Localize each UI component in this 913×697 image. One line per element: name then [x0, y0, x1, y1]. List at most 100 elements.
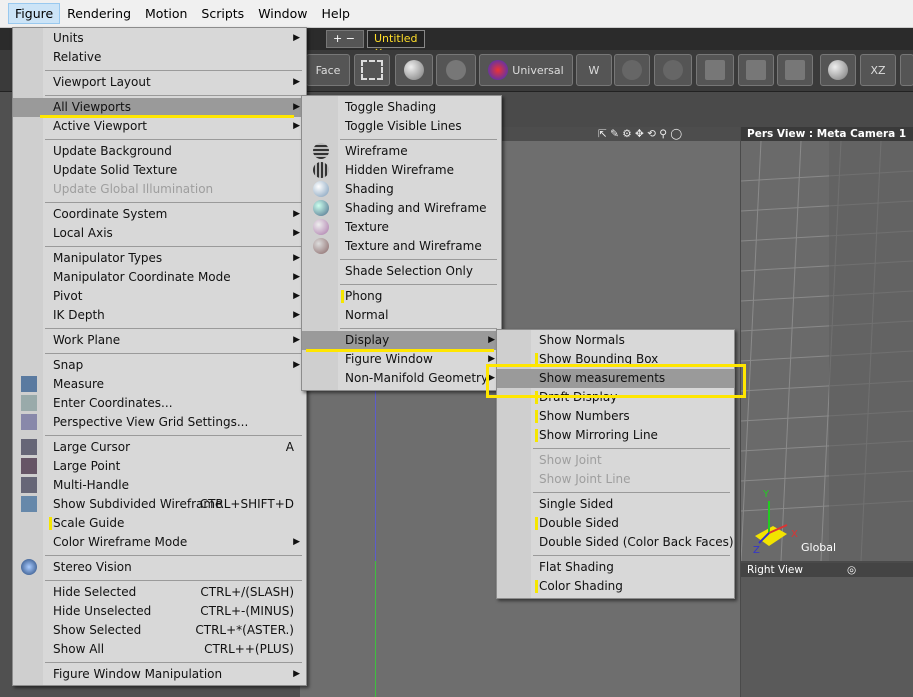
submenu-arrow-icon: ▶ [293, 272, 300, 282]
menu-item-shading[interactable]: Shading [302, 180, 501, 199]
toolbar-more[interactable] [900, 54, 913, 86]
menu-item-local-axis[interactable]: Local Axis ▶ [13, 224, 306, 243]
menu-item-manipulator-types[interactable]: Manipulator Types ▶ [13, 249, 306, 268]
menu-item-label: Show Joint Line [539, 472, 631, 486]
menu-item-toggle-visible-lines[interactable]: Toggle Visible Lines [302, 117, 501, 136]
menu-item-update-background[interactable]: Update Background [13, 142, 306, 161]
menu-item-show-selected[interactable]: Show Selected CTRL+*(ASTER.) [13, 621, 306, 640]
layers-icon[interactable] [777, 54, 813, 86]
menu-item-hide-selected[interactable]: Hide Selected CTRL+/(SLASH) [13, 583, 306, 602]
menu-item-label: Hidden Wireframe [345, 163, 454, 177]
menu-item-non-manifold-geometry[interactable]: Non-Manifold Geometry ▶ [302, 369, 501, 388]
menu-item-perspective-view-grid-settings[interactable]: Perspective View Grid Settings... [13, 413, 306, 432]
menu-item-show-subdivided-wireframe[interactable]: Show Subdivided Wireframe CTRL+SHIFT+D [13, 495, 306, 514]
menu-item-units[interactable]: Units ▶ [13, 29, 306, 48]
menu-item-color-wireframe-mode[interactable]: Color Wireframe Mode ▶ [13, 533, 306, 552]
menu-item-label: Double Sided [539, 516, 619, 530]
menu-item-figure-window[interactable]: Figure Window ▶ [302, 350, 501, 369]
menu-item-measure[interactable]: Measure [13, 375, 306, 394]
xz-plane-button[interactable]: XZ [860, 54, 896, 86]
perspective-viewport[interactable]: Y X Z Global [741, 141, 913, 561]
menu-item-active-viewport[interactable]: Active Viewport ▶ [13, 117, 306, 136]
menu-item-scale-guide[interactable]: Scale Guide [13, 514, 306, 533]
menubar-figure[interactable]: Figure [8, 3, 61, 24]
menu-item-relative[interactable]: Relative [13, 48, 306, 67]
menu-item-hide-unselected[interactable]: Hide Unselected CTRL+-(MINUS) [13, 602, 306, 621]
right-viewport[interactable] [741, 577, 913, 697]
menu-item-label: Snap [53, 358, 84, 372]
menu-item-large-point[interactable]: Large Point [13, 457, 306, 476]
menu-item-label: Units [53, 31, 84, 45]
menu-item-double-sided-color-back-faces[interactable]: Double Sided (Color Back Faces) [497, 533, 734, 552]
menu-item-figure-window-manipulation[interactable]: Figure Window Manipulation ▶ [13, 665, 306, 684]
universal-manipulator-button[interactable]: Universal [479, 54, 573, 86]
cube-icon[interactable] [696, 54, 734, 86]
menubar-window[interactable]: Window [251, 3, 314, 24]
menubar-motion[interactable]: Motion [138, 3, 194, 24]
tab-untitled[interactable]: Untitled × [367, 30, 425, 58]
viewport-tools-icon[interactable]: ⇱ ✎ ⚙ ✥ ⟲ ⚲ ◯ [598, 127, 682, 141]
menu-item-large-cursor[interactable]: Large Cursor A [13, 438, 306, 457]
menu-item-double-sided[interactable]: Double Sided [497, 514, 734, 533]
menu-item-show-normals[interactable]: Show Normals [497, 331, 734, 350]
menu-separator [45, 70, 302, 71]
menu-item-shade-selection-only[interactable]: Shade Selection Only [302, 262, 501, 281]
menu-item-texture-and-wireframe[interactable]: Texture and Wireframe [302, 237, 501, 256]
menu-item-color-shading[interactable]: Color Shading [497, 577, 734, 596]
menu-item-snap[interactable]: Snap ▶ [13, 356, 306, 375]
menu-separator [45, 95, 302, 96]
menubar-scripts[interactable]: Scripts [194, 3, 251, 24]
menu-item-stereo-vision[interactable]: Stereo Vision [13, 558, 306, 577]
menu-item-pivot[interactable]: Pivot ▶ [13, 287, 306, 306]
menu-item-toggle-shading[interactable]: Toggle Shading [302, 98, 501, 117]
rotate-icon[interactable] [395, 54, 433, 86]
menu-item-show-numbers[interactable]: Show Numbers [497, 407, 734, 426]
add-tab-button[interactable]: + − [326, 30, 364, 48]
menu-item-manipulator-coordinate-mode[interactable]: Manipulator Coordinate Mode ▶ [13, 268, 306, 287]
menu-item-label: Figure Window Manipulation [53, 667, 223, 681]
menu-item-flat-shading[interactable]: Flat Shading [497, 558, 734, 577]
target-icon[interactable]: ◎ [847, 563, 856, 577]
menu-item-phong[interactable]: Phong [302, 287, 501, 306]
select-rect-icon[interactable] [354, 54, 390, 86]
shading-icon [313, 181, 329, 197]
menu-item-normal[interactable]: Normal [302, 306, 501, 325]
menu-item-enter-coordinates[interactable]: Enter Coordinates... [13, 394, 306, 413]
menu-item-label: Toggle Shading [345, 100, 437, 114]
right-view-title[interactable]: Right View [747, 564, 803, 576]
global-label[interactable]: Global [801, 541, 836, 554]
menu-item-single-sided[interactable]: Single Sided [497, 495, 734, 514]
face-button[interactable]: Face [306, 54, 350, 86]
menu-item-show-mirroring-line[interactable]: Show Mirroring Line [497, 426, 734, 445]
menu-item-shading-and-wireframe[interactable]: Shading and Wireframe [302, 199, 501, 218]
cube-wire-icon[interactable] [738, 54, 774, 86]
menu-item-display[interactable]: Display ▶ [302, 331, 501, 350]
menu-item-label: Manipulator Coordinate Mode [53, 270, 231, 284]
menu-item-ik-depth[interactable]: IK Depth ▶ [13, 306, 306, 325]
menu-separator [533, 492, 730, 493]
paint-icon[interactable] [436, 54, 476, 86]
menubar-rendering[interactable]: Rendering [60, 3, 138, 24]
menu-item-label: Update Solid Texture [53, 163, 178, 177]
menu-item-label: Shading and Wireframe [345, 201, 487, 215]
menu-item-label: Texture [345, 220, 389, 234]
menu-item-work-plane[interactable]: Work Plane ▶ [13, 331, 306, 350]
menu-item-viewport-layout[interactable]: Viewport Layout ▶ [13, 73, 306, 92]
figure-menu: Units ▶ Relative Viewport Layout ▶ All Viewpo… [12, 27, 307, 686]
menu-separator [45, 353, 302, 354]
check-indicator-icon [535, 580, 538, 593]
menu-item-wireframe[interactable]: Wireframe [302, 142, 501, 161]
render-sphere-icon[interactable] [820, 54, 856, 86]
menu-item-update-solid-texture[interactable]: Update Solid Texture [13, 161, 306, 180]
world-axis-icon[interactable]: W [576, 54, 612, 86]
pers-view-title[interactable]: Pers View : Meta Camera 1 [747, 128, 906, 140]
menu-item-show-all[interactable]: Show All CTRL++(PLUS) [13, 640, 306, 659]
menu-item-hidden-wireframe[interactable]: Hidden Wireframe [302, 161, 501, 180]
menu-item-coordinate-system[interactable]: Coordinate System ▶ [13, 205, 306, 224]
menu-item-texture[interactable]: Texture [302, 218, 501, 237]
target-icon[interactable] [654, 54, 692, 86]
submenu-arrow-icon: ▶ [293, 360, 300, 370]
menubar-help[interactable]: Help [314, 3, 357, 24]
menu-item-multi-handle[interactable]: Multi-Handle [13, 476, 306, 495]
snap-icon[interactable] [614, 54, 650, 86]
